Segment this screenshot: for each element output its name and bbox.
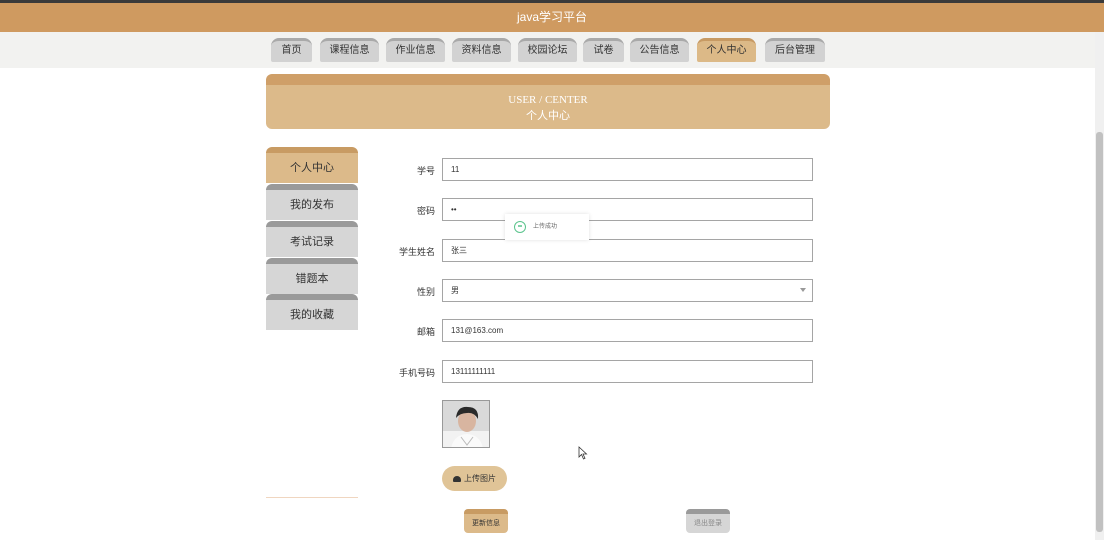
chevron-down-icon	[800, 288, 806, 292]
gender-selected-value: 男	[451, 286, 459, 295]
password-label: 密码	[416, 206, 435, 216]
sidebar-item-exam-records[interactable]: 考试记录	[266, 221, 358, 257]
nav-homework[interactable]: 作业信息	[386, 38, 445, 62]
nav-admin[interactable]: 后台管理	[765, 38, 825, 62]
password-field[interactable]: ••	[442, 198, 813, 221]
page-scrollbar[interactable]	[1095, 32, 1104, 540]
phone-field[interactable]: 13111111111	[442, 360, 813, 383]
student-name-label: 学生姓名	[398, 247, 435, 257]
toast-text: 上传成功	[533, 224, 558, 230]
toast-message: 上传成功	[505, 214, 589, 240]
sidebar-item-user-center[interactable]: 个人中心	[266, 147, 358, 183]
sidebar-item-my-posts[interactable]: 我的发布	[266, 184, 358, 220]
banner-title-en: USER / CENTER	[508, 94, 588, 106]
smile-icon	[514, 221, 526, 233]
scrollbar-thumb[interactable]	[1096, 132, 1103, 532]
nav-materials[interactable]: 资料信息	[452, 38, 511, 62]
nav-exams[interactable]: 试卷	[583, 38, 624, 62]
nav-courses[interactable]: 课程信息	[320, 38, 379, 62]
update-info-button[interactable]: 更新信息	[464, 509, 508, 533]
main-nav: 首页 课程信息 作业信息 资料信息 校园论坛 试卷 公告信息 个人中心 后台管理	[0, 32, 1095, 68]
gender-label: 性别	[416, 287, 435, 297]
section-banner: USER / CENTER 个人中心	[266, 74, 830, 129]
sidebar-item-favorites[interactable]: 我的收藏	[266, 294, 358, 330]
mouse-cursor-icon	[578, 446, 588, 460]
avatar	[442, 400, 490, 448]
phone-label: 手机号码	[398, 368, 435, 378]
student-id-label: 学号	[416, 166, 435, 176]
avatar-photo	[443, 401, 489, 447]
upload-image-label: 上传图片	[464, 474, 496, 483]
nav-forum[interactable]: 校园论坛	[518, 38, 577, 62]
nav-user-center[interactable]: 个人中心	[697, 38, 756, 62]
nav-home[interactable]: 首页	[271, 38, 312, 62]
student-name-field[interactable]: 张三	[442, 239, 813, 262]
gender-select[interactable]: 男	[442, 279, 813, 302]
student-id-field[interactable]: 11	[442, 158, 813, 181]
logout-button[interactable]: 退出登录	[686, 509, 730, 533]
cloud-upload-icon	[453, 475, 461, 482]
nav-notices[interactable]: 公告信息	[630, 38, 689, 62]
email-field[interactable]: 131@163.com	[442, 319, 813, 342]
banner-title-cn: 个人中心	[526, 110, 570, 122]
email-label: 邮箱	[416, 327, 435, 337]
sidebar-item-wrong-questions[interactable]: 错题本	[266, 258, 358, 294]
upload-image-button[interactable]: 上传图片	[442, 466, 507, 491]
sidebar-divider	[266, 497, 358, 498]
site-title: java学习平台	[0, 3, 1104, 32]
